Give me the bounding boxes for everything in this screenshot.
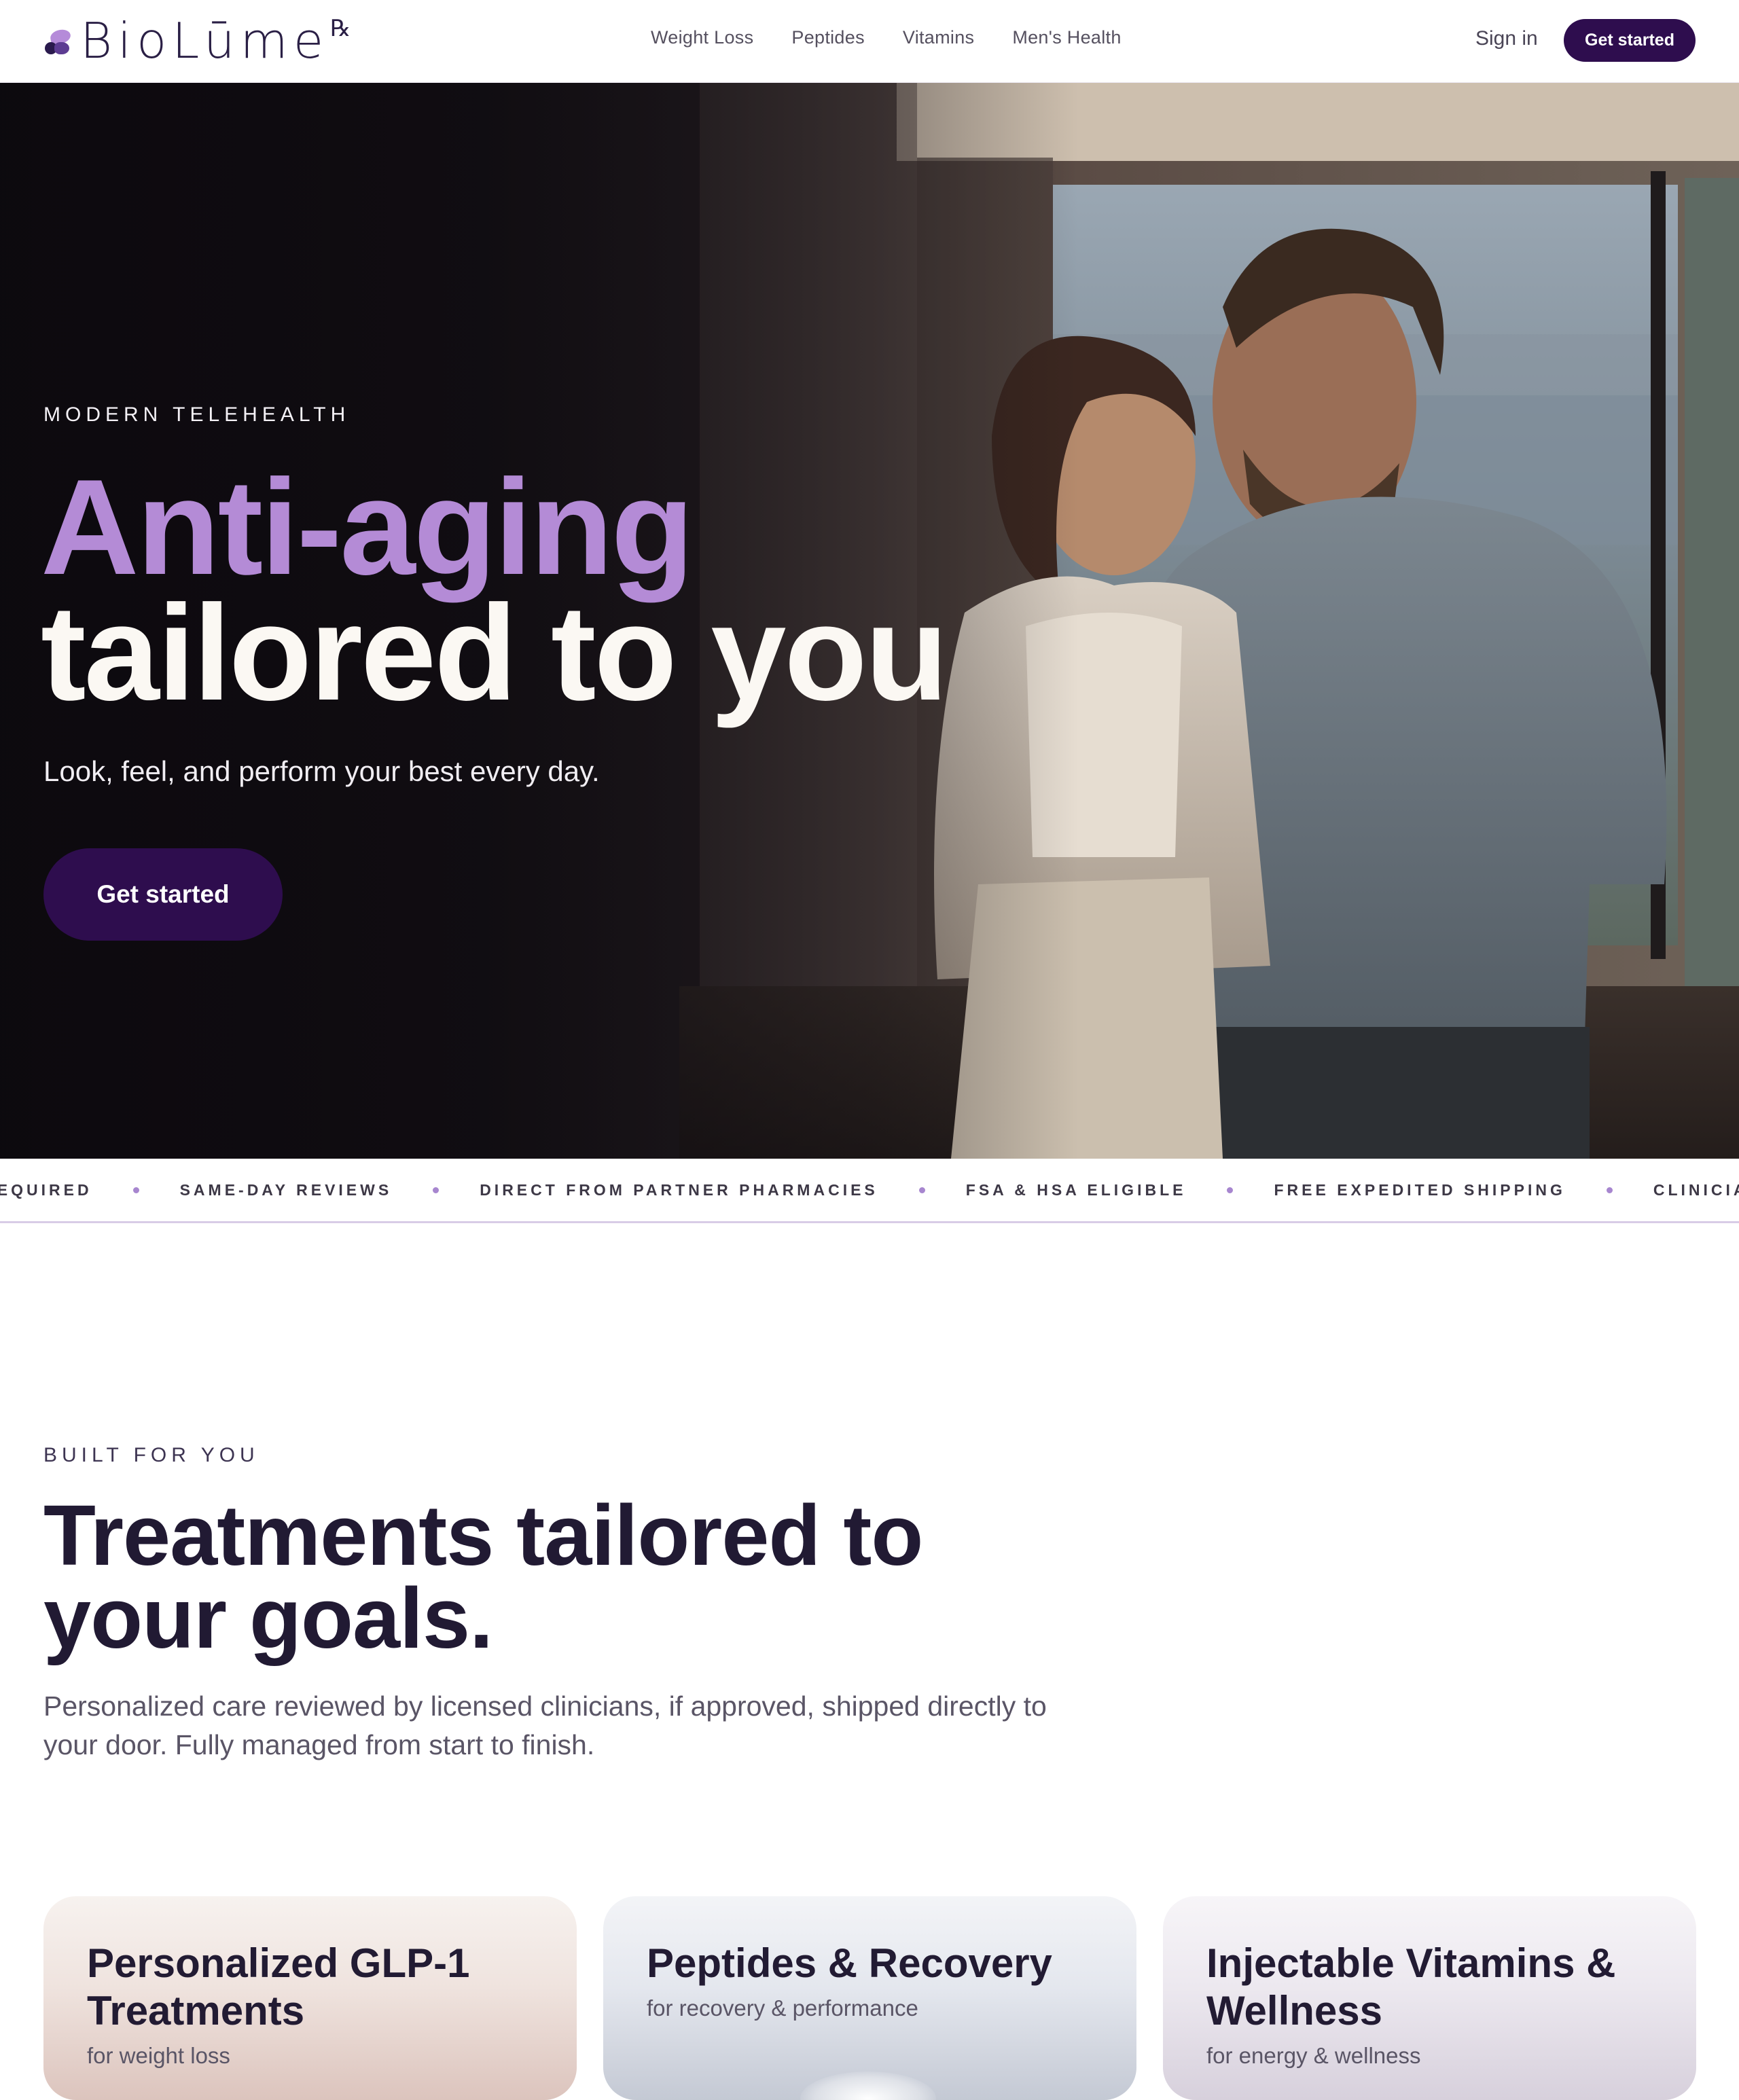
hero-title-main: tailored to you [41, 577, 948, 729]
hero-get-started-button[interactable]: Get started [43, 848, 283, 941]
sign-in-link[interactable]: Sign in [1475, 27, 1538, 50]
nav-peptides[interactable]: Peptides [791, 27, 864, 48]
section-eyebrow: BUILT FOR YOU [43, 1444, 259, 1466]
treatment-card-peptides[interactable]: Peptides & Recovery for recovery & perfo… [603, 1896, 1136, 2100]
nav-weight-loss[interactable]: Weight Loss [651, 27, 753, 48]
treatment-card-glp1[interactable]: Personalized GLP-1 Treatments for weight… [43, 1896, 577, 2100]
nav-vitamins[interactable]: Vitamins [903, 27, 974, 48]
header-get-started-button[interactable]: Get started [1564, 19, 1696, 62]
logo-wordmark: BioLūme [80, 12, 329, 69]
card-subtitle: for recovery & performance [647, 1995, 918, 2021]
card-subtitle: for energy & wellness [1206, 2043, 1421, 2068]
ticker-track: RANCE REQUIRED SAME-DAY REVIEWS DIRECT F… [0, 1159, 1739, 1221]
main-nav: Weight Loss Peptides Vitamins Men's Heal… [651, 27, 1160, 48]
card-title: Injectable Vitamins & Wellness [1206, 1940, 1616, 2033]
ticker-item: RANCE REQUIRED [0, 1180, 92, 1199]
ticker-separator-dot [132, 1187, 139, 1193]
ticker-separator-dot [918, 1187, 925, 1193]
site-header: BioLūme ℞ Weight Loss Peptides Vitamins … [0, 0, 1739, 83]
product-image [800, 2071, 936, 2100]
ticker-item: CLINICIAN [1653, 1180, 1739, 1199]
ticker-separator-dot [433, 1187, 440, 1193]
ticker-item: FREE EXPEDITED SHIPPING [1274, 1180, 1566, 1199]
hero-eyebrow: MODERN TELEHEALTH [43, 403, 351, 426]
treatment-card-vitamins[interactable]: Injectable Vitamins & Wellness for energ… [1163, 1896, 1696, 2100]
ticker-separator-dot [1227, 1187, 1234, 1193]
ticker-separator-dot [1606, 1187, 1613, 1193]
section-title: Treatments tailored to your goals. [43, 1487, 923, 1666]
logo-mark-icon [43, 27, 72, 61]
brand-logo[interactable]: BioLūme ℞ [43, 12, 351, 69]
section-description: Personalized care reviewed by licensed c… [43, 1690, 1047, 1760]
benefits-ticker: RANCE REQUIRED SAME-DAY REVIEWS DIRECT F… [0, 1159, 1739, 1223]
ticker-item: FSA & HSA ELIGIBLE [965, 1180, 1187, 1199]
card-subtitle: for weight loss [87, 2043, 230, 2068]
card-title: Personalized GLP-1 Treatments [87, 1940, 470, 2033]
ticker-item: SAME-DAY REVIEWS [179, 1180, 393, 1199]
logo-rx-mark: ℞ [330, 15, 351, 42]
hero-subtitle: Look, feel, and perform your best every … [43, 755, 600, 787]
hero-title-accent: Anti-aging [41, 452, 694, 603]
card-title: Peptides & Recovery [647, 1940, 1052, 1986]
nav-mens-health[interactable]: Men's Health [1012, 27, 1121, 48]
hero-section: MODERN TELEHEALTH Anti-aging tailored to… [0, 83, 1739, 1159]
ticker-item: DIRECT FROM PARTNER PHARMACIES [480, 1180, 878, 1199]
